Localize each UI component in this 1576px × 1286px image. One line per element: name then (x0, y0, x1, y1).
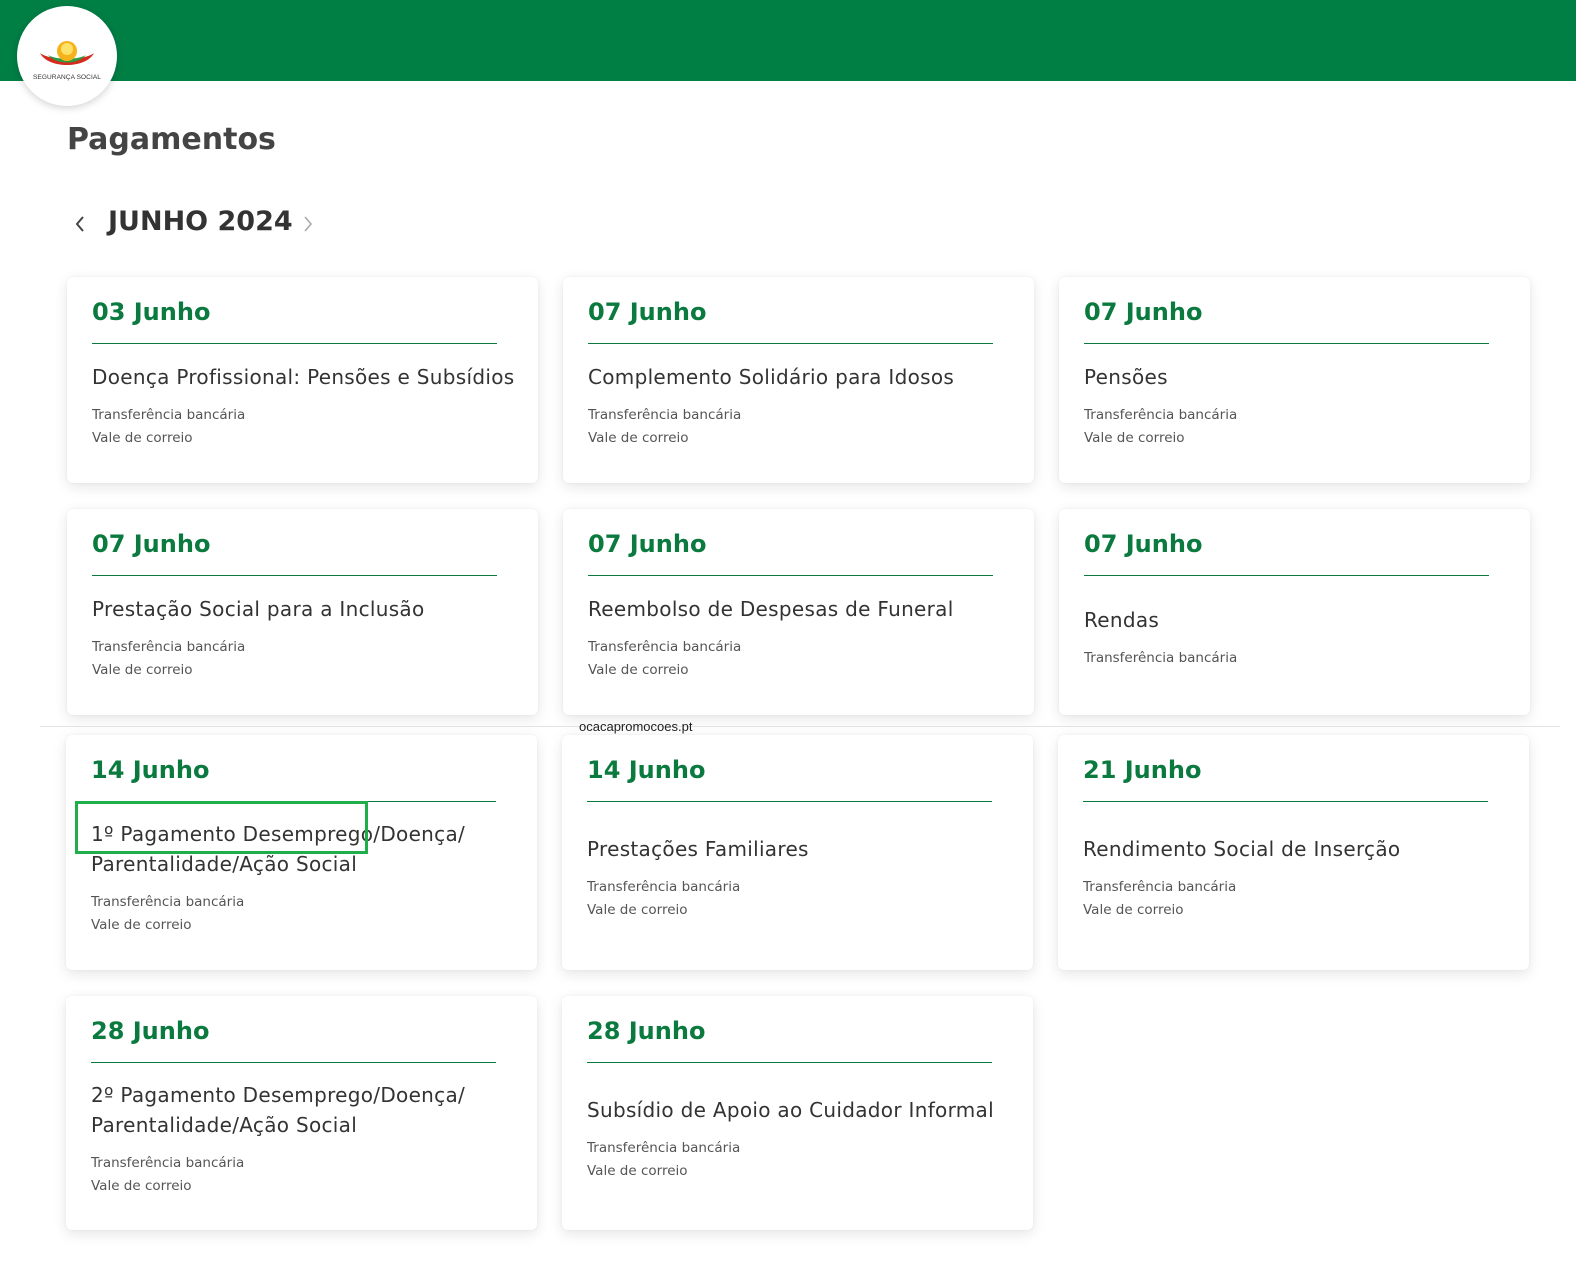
payment-method: Transferência bancária (1083, 879, 1237, 895)
payment-card[interactable]: 07 Junho Prestação Social para a Inclusã… (67, 509, 538, 715)
payment-date: 07 Junho (588, 298, 707, 326)
payment-card[interactable]: 03 Junho Doença Profissional: Pensões e … (67, 277, 538, 483)
payment-card[interactable]: 07 Junho Reembolso de Despesas de Funera… (563, 509, 1034, 715)
payment-method: Transferência bancária (1084, 650, 1238, 666)
payment-date: 21 Junho (1083, 756, 1202, 784)
payment-date: 28 Junho (587, 1017, 706, 1045)
payment-title: Rendimento Social de Inserção (1083, 837, 1401, 861)
payment-card[interactable]: 07 Junho Rendas Transferência bancária (1059, 509, 1530, 715)
payment-method: Vale de correio (1084, 429, 1185, 446)
current-month-label: JUNHO 2024 (108, 206, 293, 237)
payment-card[interactable]: 28 Junho Subsídio de Apoio ao Cuidador I… (562, 996, 1033, 1230)
payment-method: Transferência bancária (91, 894, 245, 910)
payment-card[interactable]: 14 Junho Prestações Familiares Transferê… (562, 735, 1033, 970)
payment-method: Vale de correio (587, 1162, 688, 1179)
payment-date: 07 Junho (92, 530, 211, 558)
payment-method: Vale de correio (588, 661, 689, 678)
payment-card[interactable]: 07 Junho Complemento Solidário para Idos… (563, 277, 1034, 483)
payment-title: Complemento Solidário para Idosos (588, 364, 955, 389)
payment-method: Vale de correio (92, 429, 193, 446)
month-navigation: JUNHO 2024 (67, 204, 327, 244)
payment-method: Transferência bancária (92, 406, 246, 423)
payment-method: Vale de correio (91, 1177, 192, 1194)
top-header-bar (0, 0, 1576, 81)
payment-date: 07 Junho (1084, 298, 1203, 326)
payment-title: Subsídio de Apoio ao Cuidador Informal (587, 1097, 994, 1122)
payment-title: Pensões (1084, 364, 1168, 389)
watermark-text: ocacapromocoes.pt (579, 719, 693, 734)
payment-title: 2º Pagamento Desemprego/Doença/ Parental… (91, 1082, 466, 1137)
payment-card[interactable]: 28 Junho 2º Pagamento Desemprego/Doença/… (66, 996, 537, 1230)
payment-date: 03 Junho (92, 298, 211, 326)
payment-date: 28 Junho (91, 1017, 210, 1045)
payment-method: Transferência bancária (1084, 406, 1238, 423)
page-title: Pagamentos (67, 122, 276, 157)
payment-title: 1º Pagamento Desemprego/Doença/ Parental… (91, 822, 466, 876)
seguranca-social-logo[interactable]: SEGURANÇA SOCIAL (17, 6, 117, 106)
payment-card[interactable]: 21 Junho Rendimento Social de Inserção T… (1058, 735, 1529, 970)
chevron-right-icon[interactable] (295, 204, 321, 244)
payment-date: 07 Junho (588, 530, 707, 558)
payment-method: Transferência bancária (587, 1139, 741, 1156)
logo-text: SEGURANÇA SOCIAL (32, 74, 102, 81)
payment-date: 14 Junho (91, 756, 210, 784)
payment-method: Vale de correio (92, 661, 193, 678)
payment-title: Doença Profissional: Pensões e Subsídios (92, 364, 515, 389)
payment-title: Rendas (1084, 608, 1160, 632)
payment-card[interactable]: 14 Junho 1º Pagamento Desemprego/Doença/… (66, 735, 537, 970)
payment-method: Vale de correio (587, 902, 688, 918)
payment-method: Transferência bancária (588, 638, 742, 655)
payment-method: Vale de correio (588, 429, 689, 446)
chevron-left-icon[interactable] (67, 204, 93, 244)
payment-method: Transferência bancária (91, 1154, 245, 1171)
payment-date: 14 Junho (587, 756, 706, 784)
separator-line (40, 726, 1560, 727)
payment-method: Transferência bancária (92, 638, 246, 655)
payment-date: 07 Junho (1084, 530, 1203, 558)
payment-method: Vale de correio (1083, 902, 1184, 918)
payment-method: Vale de correio (91, 917, 192, 933)
payment-title: Prestação Social para a Inclusão (92, 596, 425, 621)
payment-method: Transferência bancária (587, 879, 741, 895)
payment-method: Transferência bancária (588, 406, 742, 423)
payment-title: Reembolso de Despesas de Funeral (588, 596, 954, 621)
logo-emblem-icon (40, 41, 94, 65)
payment-card[interactable]: 07 Junho Pensões Transferência bancária … (1059, 277, 1530, 483)
payment-title: Prestações Familiares (587, 837, 809, 861)
